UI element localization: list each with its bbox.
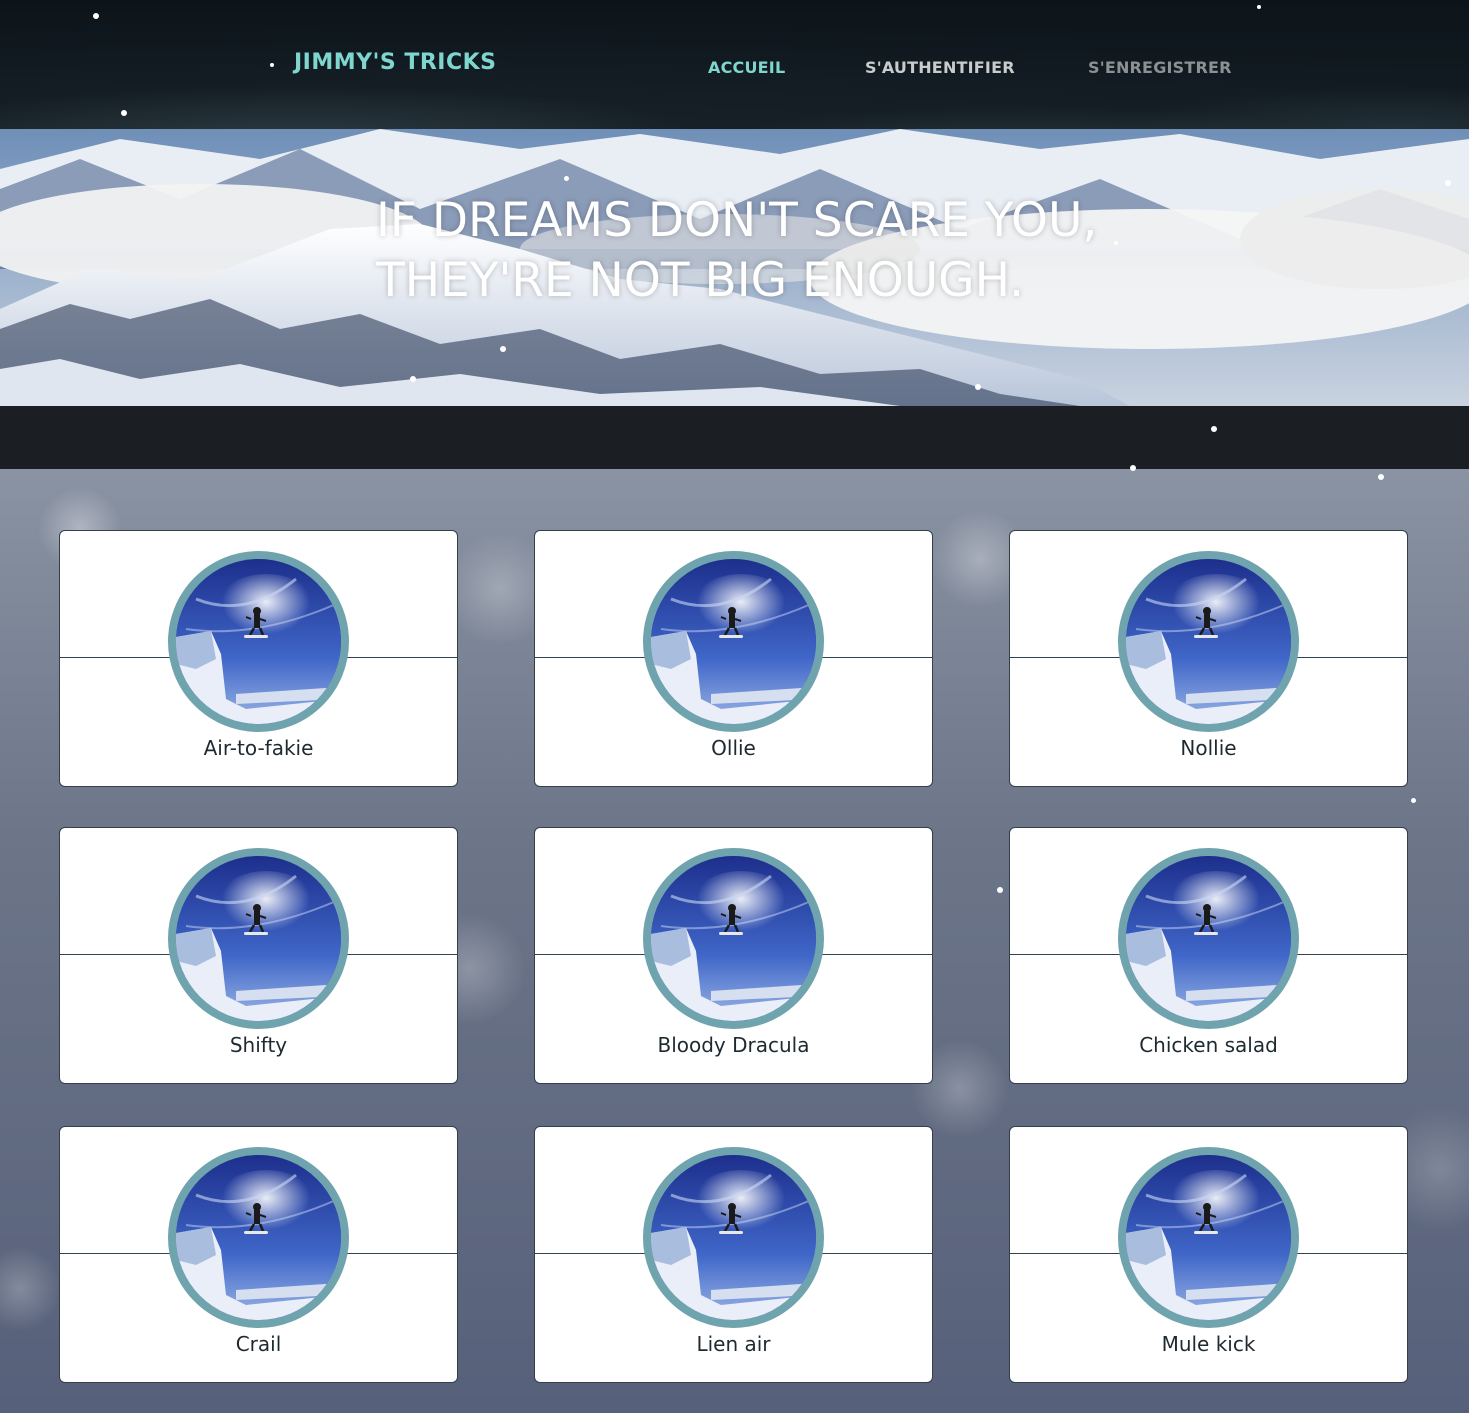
trick-card[interactable]: Nollie — [1009, 530, 1408, 787]
trick-name[interactable]: Bloody Dracula — [535, 1033, 932, 1057]
snowboarder-jump-image[interactable] — [1118, 848, 1299, 1029]
snowboarder-jump-image[interactable] — [643, 551, 824, 732]
trick-card[interactable]: Lien air — [534, 1126, 933, 1383]
snowflake — [1257, 5, 1261, 9]
trick-card[interactable]: Bloody Dracula — [534, 827, 933, 1084]
snowboarder-jump-image[interactable] — [1118, 1147, 1299, 1328]
snowboarder-jump-image[interactable] — [643, 1147, 824, 1328]
snowboarder-jump-image[interactable] — [168, 551, 349, 732]
snowboarder-jump-image[interactable] — [168, 848, 349, 1029]
trick-card[interactable]: Crail — [59, 1126, 458, 1383]
snowflake — [1378, 474, 1384, 480]
snowflake — [997, 887, 1003, 893]
snowflake — [1130, 465, 1136, 471]
trick-name[interactable]: Nollie — [1010, 736, 1407, 760]
snowflake — [564, 176, 569, 181]
trick-name[interactable]: Lien air — [535, 1332, 932, 1356]
trick-card[interactable]: Chicken salad — [1009, 827, 1408, 1084]
trick-card[interactable]: Mule kick — [1009, 1126, 1408, 1383]
snowflake — [1211, 426, 1217, 432]
snowflake — [1114, 241, 1118, 245]
snowflake — [500, 346, 506, 352]
snowboarder-jump-image[interactable] — [1118, 551, 1299, 732]
snowflake — [410, 376, 416, 382]
snowflake — [975, 384, 981, 390]
snowflake — [1411, 798, 1416, 803]
snowflake — [270, 63, 274, 67]
trick-card[interactable]: Ollie — [534, 530, 933, 787]
trick-name[interactable]: Ollie — [535, 736, 932, 760]
trick-name[interactable]: Chicken salad — [1010, 1033, 1407, 1057]
snowflake — [121, 110, 127, 116]
snowboarder-jump-image[interactable] — [643, 848, 824, 1029]
tricks-grid: Air-to-fakie Ollie Nollie Shifty Bloody … — [0, 0, 1469, 1413]
trick-name[interactable]: Crail — [60, 1332, 457, 1356]
snowflake — [1445, 180, 1451, 186]
trick-card[interactable]: Shifty — [59, 827, 458, 1084]
snowboarder-jump-image[interactable] — [168, 1147, 349, 1328]
snowflake — [93, 13, 99, 19]
trick-name[interactable]: Shifty — [60, 1033, 457, 1057]
trick-name[interactable]: Air-to-fakie — [60, 736, 457, 760]
trick-name[interactable]: Mule kick — [1010, 1332, 1407, 1356]
trick-card[interactable]: Air-to-fakie — [59, 530, 458, 787]
